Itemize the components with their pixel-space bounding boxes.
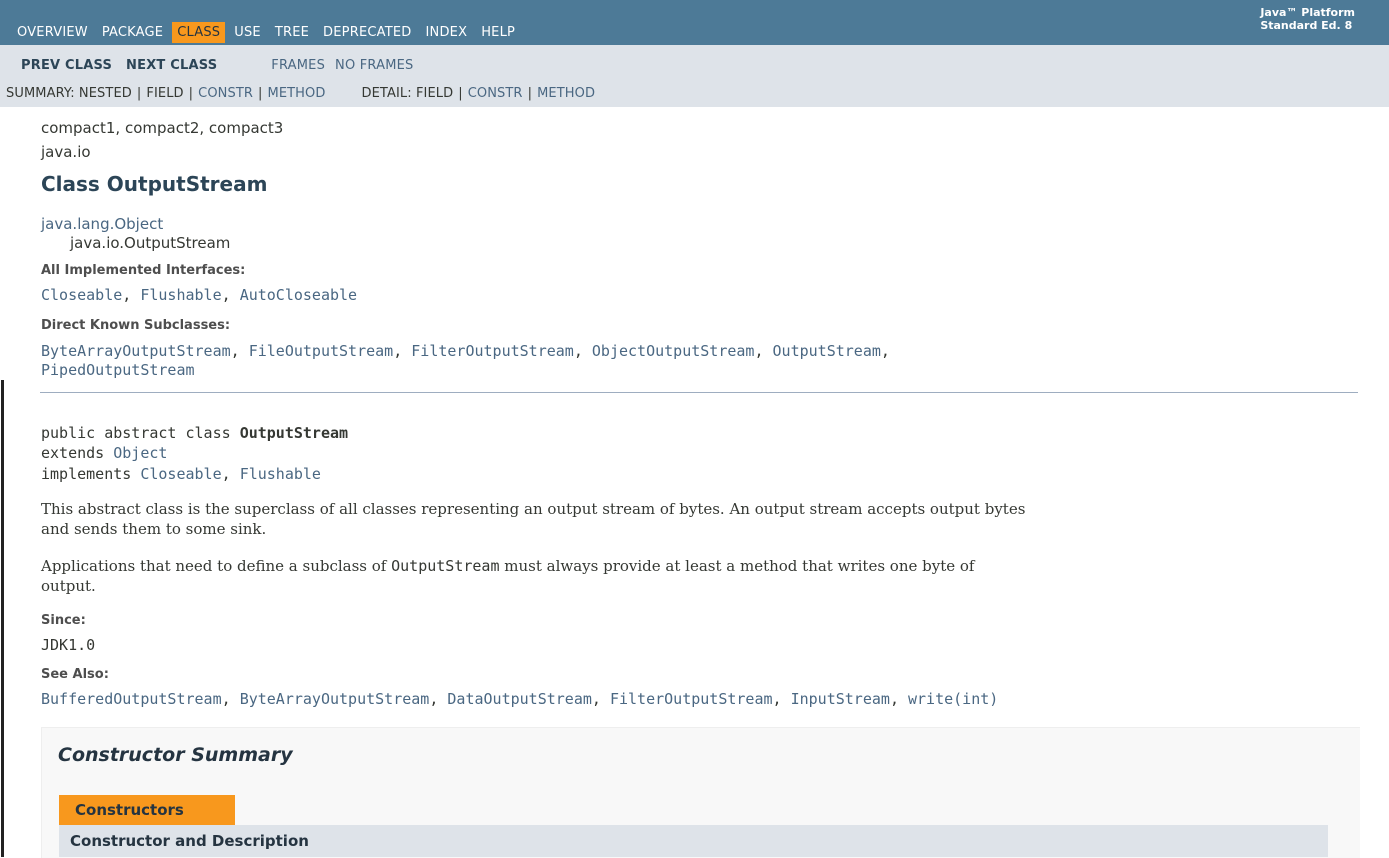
top-navigation-bar: OVERVIEW PACKAGE CLASS USE TREE DEPRECAT… — [0, 0, 1389, 45]
description-text: must always provide at least a method th… — [499, 557, 975, 575]
separator: | — [527, 86, 533, 101]
inheritance-root-link[interactable]: java.lang.Object — [41, 215, 163, 233]
subclasses-label: Direct Known Subclasses: — [41, 318, 231, 333]
implements-type-link[interactable]: Flushable — [240, 465, 321, 483]
see-also-link[interactable]: BufferedOutputStream — [41, 690, 222, 708]
subclass-link[interactable]: PipedOutputStream — [41, 361, 195, 379]
interface-link[interactable]: AutoCloseable — [240, 286, 357, 304]
interfaces-label: All Implemented Interfaces: — [41, 263, 246, 278]
detail-method-link[interactable]: METHOD — [537, 86, 595, 101]
nav-index[interactable]: INDEX — [420, 22, 472, 43]
nav-help[interactable]: HELP — [476, 22, 520, 43]
extends-keyword: extends — [41, 444, 114, 462]
subclass-link[interactable]: FileOutputStream — [249, 342, 394, 360]
class-signature-line1: public abstract class OutputStream — [41, 424, 348, 442]
interface-link[interactable]: Flushable — [140, 286, 221, 304]
frames-link[interactable]: FRAMES — [271, 58, 325, 73]
nav-use[interactable]: USE — [229, 22, 266, 43]
summary-field-label: FIELD — [146, 86, 184, 101]
summary-method-link[interactable]: METHOD — [268, 86, 326, 101]
signature-modifiers: public abstract class — [41, 424, 240, 442]
prev-class-link[interactable]: PREV CLASS — [21, 58, 112, 73]
description-text: Applications that need to define a subcl… — [41, 557, 392, 575]
nav-class-active: CLASS — [172, 21, 226, 43]
sub-navigation-bar: PREV CLASS NEXT CLASS FRAMES NO FRAMES S… — [0, 45, 1389, 107]
nav-package[interactable]: PACKAGE — [97, 22, 168, 43]
see-also-link[interactable]: InputStream — [791, 690, 890, 708]
separator: | — [136, 86, 142, 101]
top-nav-items: OVERVIEW PACKAGE CLASS USE TREE DEPRECAT… — [0, 19, 520, 45]
description-para1-line2: and sends them to some sink. — [41, 520, 267, 538]
class-signature-line2: extends Object — [41, 444, 167, 462]
interfaces-list: Closeable, Flushable, AutoCloseable — [41, 286, 358, 304]
package-name: java.io — [41, 143, 91, 161]
page-title: Class OutputStream — [41, 172, 268, 196]
since-label: Since: — [41, 613, 86, 628]
constructors-tab: Constructors — [59, 795, 235, 825]
constructor-summary-title: Constructor Summary — [58, 744, 293, 766]
see-also-link[interactable]: DataOutputStream — [447, 690, 592, 708]
no-frames-link[interactable]: NO FRAMES — [335, 58, 413, 73]
see-also-list: BufferedOutputStream, ByteArrayOutputStr… — [41, 690, 999, 708]
see-also-link[interactable]: ByteArrayOutputStream — [240, 690, 430, 708]
extends-type-link[interactable]: Object — [113, 444, 167, 462]
interface-link[interactable]: Closeable — [41, 286, 122, 304]
profiles-text: compact1, compact2, compact3 — [41, 119, 284, 137]
platform-label-line2: Standard Ed. 8 — [1260, 19, 1353, 32]
description-para2-line2: output. — [41, 577, 96, 595]
constructor-table-header: Constructor and Description — [59, 825, 1328, 857]
nav-tree[interactable]: TREE — [270, 22, 314, 43]
next-class-link[interactable]: NEXT CLASS — [126, 58, 217, 73]
signature-class-name: OutputStream — [239, 424, 349, 442]
window-left-edge — [1, 380, 4, 857]
platform-label-line1: Java™ Platform — [1260, 6, 1355, 19]
separator: | — [258, 86, 263, 101]
inline-code: OutputStream — [391, 557, 500, 575]
subclasses-list-line2: PipedOutputStream — [41, 361, 195, 379]
subclasses-list-line1: ByteArrayOutputStream, FileOutputStream,… — [41, 342, 890, 360]
summary-constr-link[interactable]: CONSTR — [198, 86, 253, 101]
see-also-link[interactable]: FilterOutputStream — [610, 690, 773, 708]
sub-nav-row-primary: PREV CLASS NEXT CLASS FRAMES NO FRAMES — [21, 58, 423, 73]
implements-keyword: implements — [41, 465, 141, 483]
subclass-link[interactable]: ByteArrayOutputStream — [41, 342, 231, 360]
see-also-link[interactable]: write(int) — [908, 690, 998, 708]
separator: | — [458, 86, 463, 101]
detail-constr-link[interactable]: CONSTR — [468, 86, 523, 101]
divider — [40, 392, 1358, 393]
nav-deprecated[interactable]: DEPRECATED — [318, 22, 416, 43]
inheritance-child: java.io.OutputStream — [70, 234, 231, 252]
subclass-link[interactable]: ObjectOutputStream — [592, 342, 755, 360]
subclass-link[interactable]: OutputStream — [773, 342, 881, 360]
frames-links: FRAMES NO FRAMES — [271, 58, 423, 73]
detail-field-label: DETAIL: FIELD — [361, 86, 454, 101]
summary-nested-label: SUMMARY: NESTED — [6, 86, 132, 101]
implements-type-link[interactable]: Closeable — [140, 465, 221, 483]
description-para2-line1: Applications that need to define a subcl… — [41, 557, 974, 575]
sub-nav-row-summary: SUMMARY: NESTED | FIELD | CONSTR | METHO… — [6, 86, 595, 101]
platform-label: Java™ Platform Standard Ed. 8 — [1260, 6, 1355, 32]
description-para1-line1: This abstract class is the superclass of… — [41, 500, 1026, 518]
separator: | — [188, 86, 194, 101]
nav-overview[interactable]: OVERVIEW — [17, 22, 93, 43]
since-value: JDK1.0 — [41, 636, 96, 654]
see-also-label: See Also: — [41, 667, 109, 682]
subclass-link[interactable]: FilterOutputStream — [411, 342, 574, 360]
class-signature-line3: implements Closeable, Flushable — [41, 465, 321, 483]
